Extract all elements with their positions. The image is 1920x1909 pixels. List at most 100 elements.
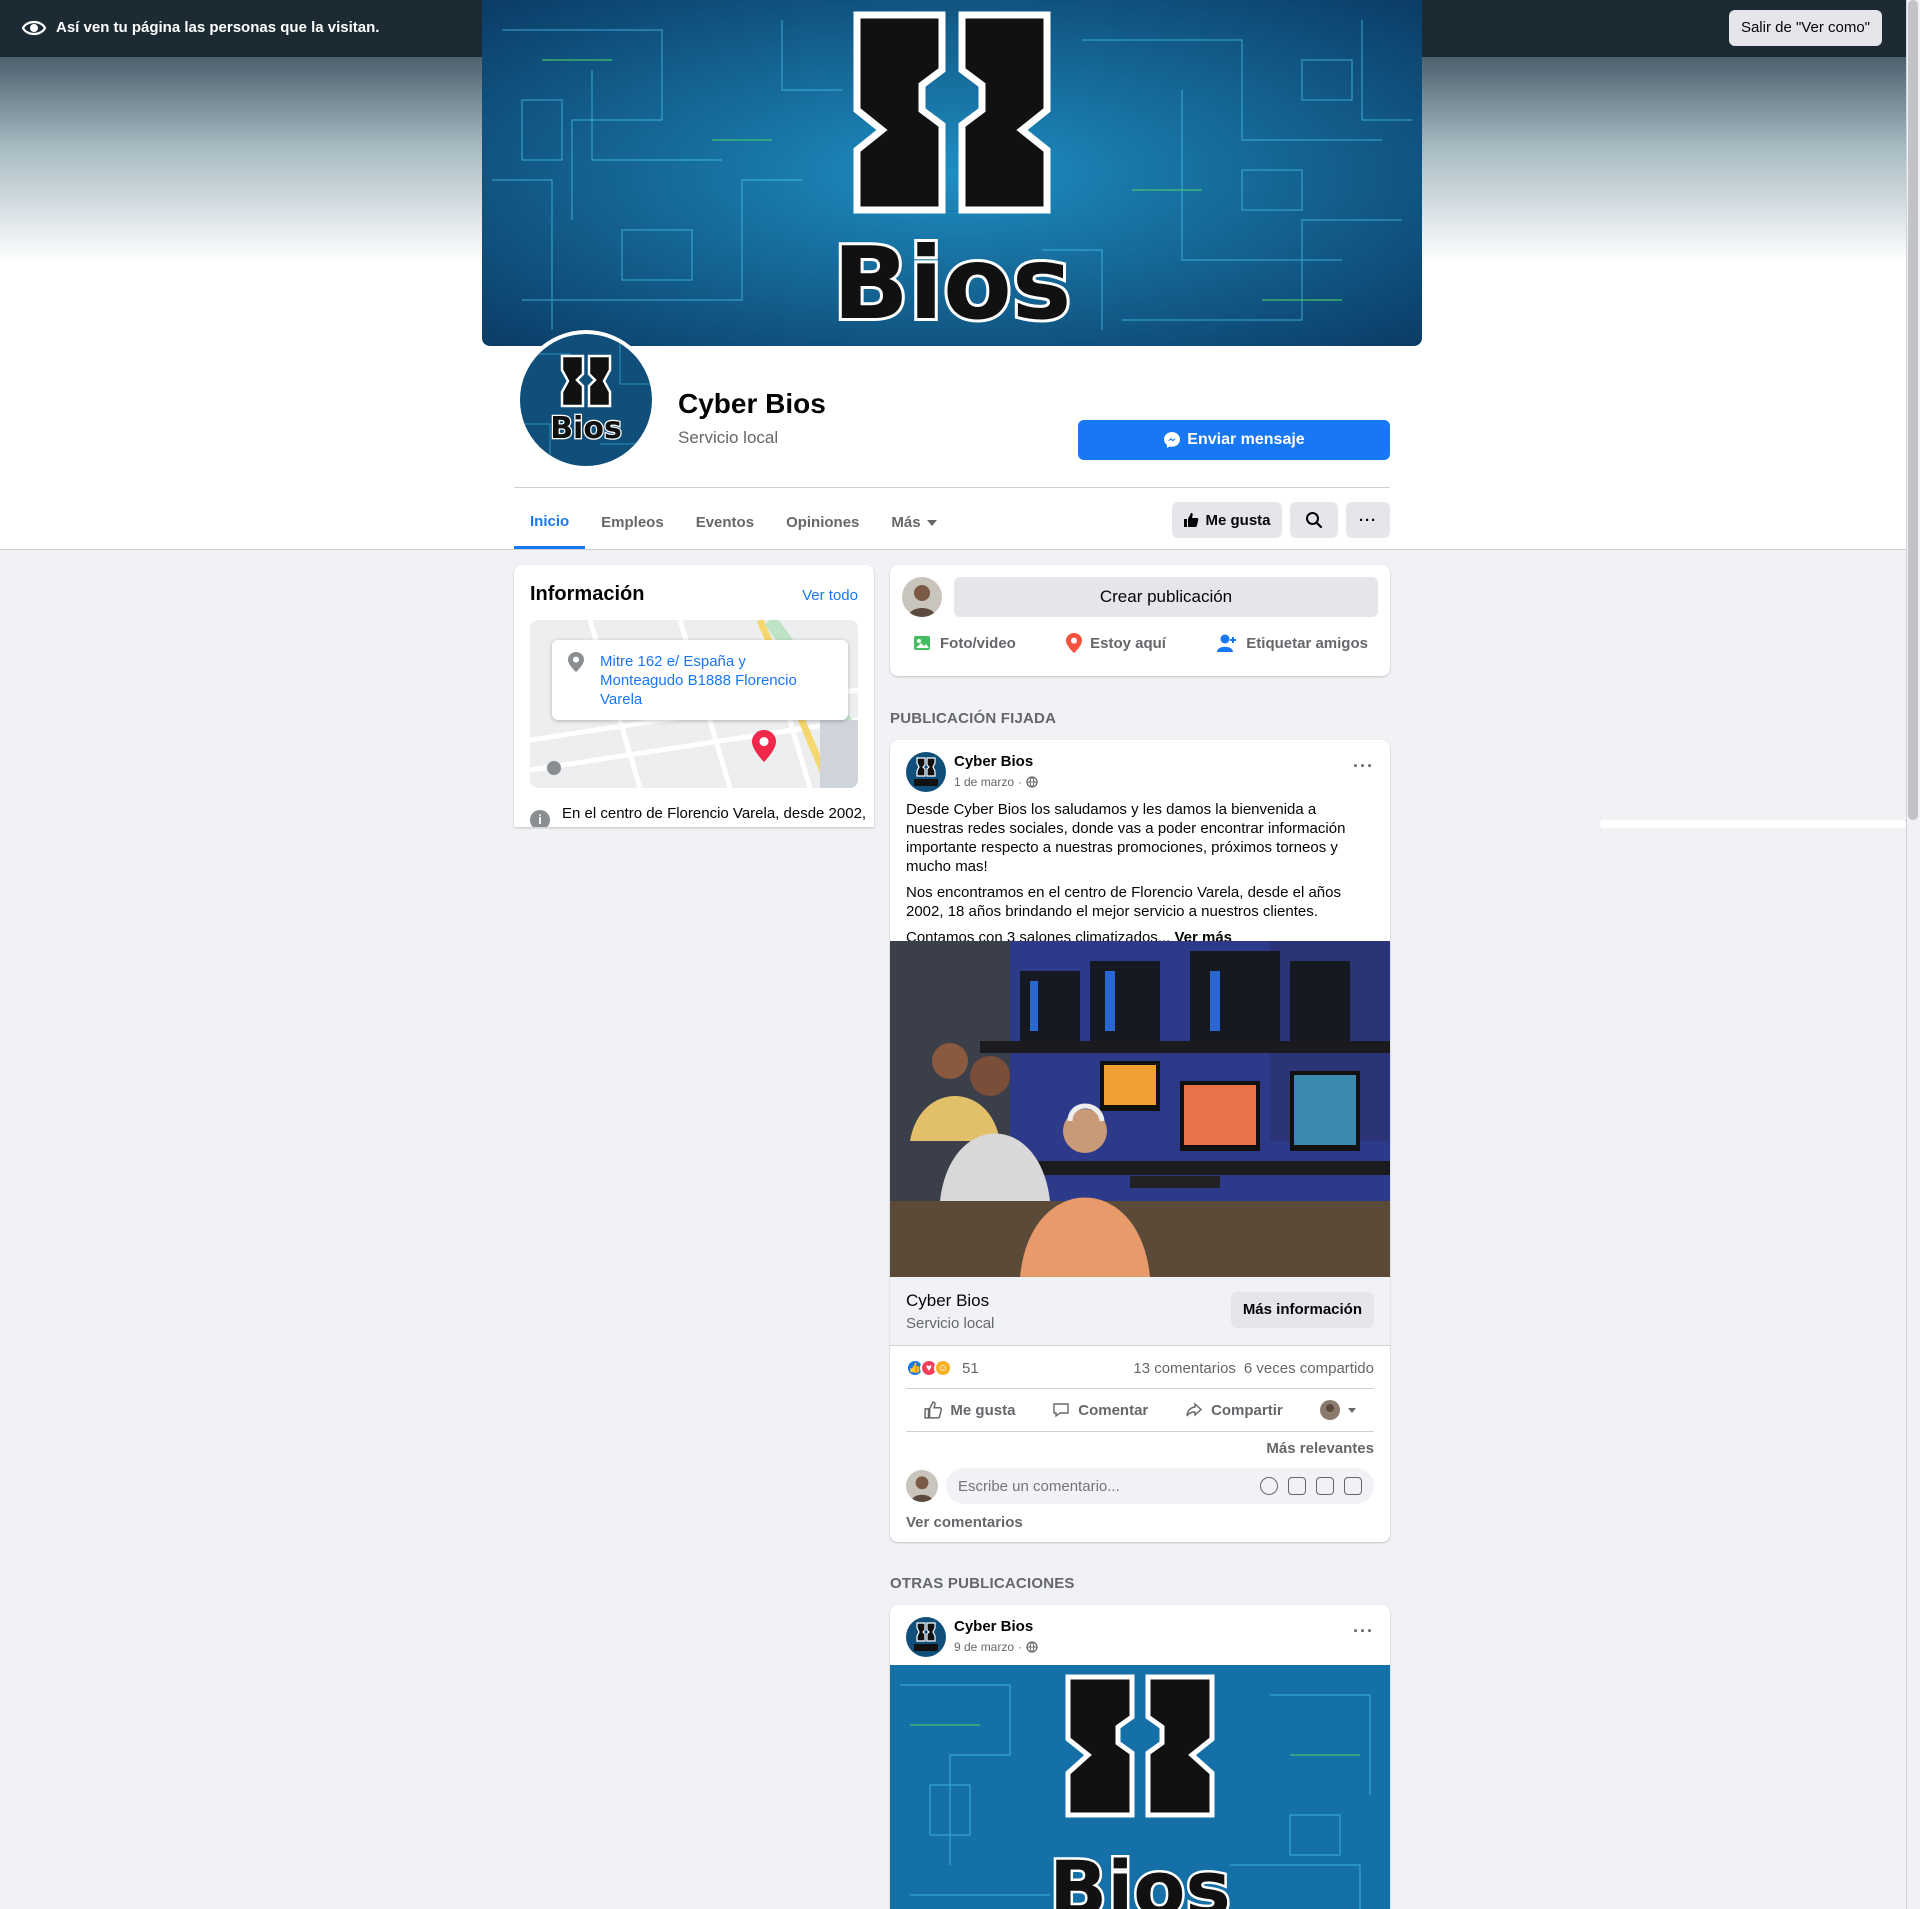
eye-icon xyxy=(22,20,46,36)
view-comments-link[interactable]: Ver comentarios xyxy=(906,1514,1023,1531)
cover-photo[interactable]: Bios xyxy=(482,0,1422,346)
send-message-button[interactable]: Enviar mensaje xyxy=(1078,420,1390,460)
like-page-button[interactable]: Me gusta xyxy=(1172,502,1282,538)
address-link[interactable]: Mitre 162 e/ España y Monteagudo B1888 F… xyxy=(600,652,830,709)
create-post-button[interactable]: Crear publicación xyxy=(954,577,1378,617)
share-button[interactable]: Compartir xyxy=(1185,1401,1283,1419)
link-subtitle: Servicio local xyxy=(906,1315,995,1332)
tag-friends-button[interactable]: Etiquetar amigos xyxy=(1206,633,1378,653)
tab-opiniones[interactable]: Opiniones xyxy=(770,496,875,549)
tag-friends-icon xyxy=(1217,634,1237,652)
post-text: Desde Cyber Bios los saludamos y les dam… xyxy=(906,800,1376,954)
see-all-link[interactable]: Ver todo xyxy=(802,587,858,604)
comment-sort[interactable]: Más relevantes xyxy=(1266,1440,1374,1457)
share-count[interactable]: 6 veces compartido xyxy=(1244,1360,1374,1377)
tab-inicio[interactable]: Inicio xyxy=(514,496,586,549)
profile-picture[interactable]: Bios xyxy=(516,330,656,470)
post-author[interactable]: Cyber Bios xyxy=(954,753,1033,770)
camera-icon[interactable] xyxy=(1288,1477,1306,1495)
comment-label: Comentar xyxy=(1078,1401,1149,1419)
post-date[interactable]: 9 de marzo xyxy=(954,1640,1014,1654)
post-options-button[interactable]: ··· xyxy=(1353,1621,1374,1642)
check-in-button[interactable]: Estoy aquí xyxy=(1056,633,1176,653)
search-icon xyxy=(1306,512,1323,529)
location-pin-icon xyxy=(568,652,584,672)
post-image[interactable]: Bios xyxy=(890,1665,1390,1909)
caret-down-icon xyxy=(926,519,937,526)
more-icon: ··· xyxy=(1359,511,1377,529)
gaming-room-photo xyxy=(890,941,1390,1277)
engagement-counts: 13 comentarios 6 veces compartido xyxy=(1133,1360,1374,1377)
post-date[interactable]: 1 de marzo xyxy=(954,775,1014,789)
avatar-image xyxy=(906,1470,938,1502)
gif-icon[interactable] xyxy=(1316,1477,1334,1495)
more-options-button[interactable]: ··· xyxy=(1346,502,1390,538)
view-as-message: Así ven tu página las personas que la vi… xyxy=(56,19,380,36)
map-marker-icon xyxy=(752,730,776,762)
tab-empleos[interactable]: Empleos xyxy=(585,496,680,549)
user-avatar[interactable] xyxy=(902,577,942,617)
scrollbar[interactable] xyxy=(1906,0,1920,1909)
tab-actions: Me gusta ··· xyxy=(1172,502,1390,538)
check-in-pin-icon xyxy=(1066,633,1083,653)
globe-icon xyxy=(1026,1641,1038,1653)
post-photo[interactable] xyxy=(890,941,1390,1277)
commenter-avatar xyxy=(906,1470,938,1502)
info-title: Información xyxy=(530,583,645,605)
emoji-icon[interactable] xyxy=(1260,1477,1278,1495)
share-label: Compartir xyxy=(1211,1401,1283,1419)
page-tabs: Inicio Empleos Eventos Opiniones Más xyxy=(514,496,953,549)
post-author-avatar[interactable] xyxy=(906,1617,946,1657)
like-button[interactable]: Me gusta xyxy=(924,1401,1015,1419)
tab-mas[interactable]: Más xyxy=(875,496,952,549)
page-title: Cyber Bios xyxy=(678,388,826,419)
share-icon xyxy=(1186,1402,1203,1417)
post-meta: 1 de marzo · xyxy=(954,775,1038,789)
photo-icon xyxy=(914,636,930,650)
comment-tools xyxy=(1260,1477,1362,1495)
search-button[interactable] xyxy=(1290,502,1338,538)
create-post-card: Crear publicación Foto/video Estoy aquí … xyxy=(890,565,1390,676)
post-options-button[interactable]: ··· xyxy=(1353,756,1374,777)
like-page-label: Me gusta xyxy=(1205,511,1271,529)
header-divider xyxy=(514,487,1390,488)
comment-button[interactable]: Comentar xyxy=(1052,1401,1148,1419)
audience-selector[interactable] xyxy=(1319,1400,1356,1420)
page-category: Servicio local xyxy=(678,428,779,447)
like-label: Me gusta xyxy=(950,1401,1016,1419)
exit-view-as-button[interactable]: Salir de "Ver como" xyxy=(1728,10,1882,46)
photo-video-button[interactable]: Foto/video xyxy=(902,633,1026,653)
thumbs-up-outline-icon xyxy=(924,1401,943,1419)
wow-reaction-icon: ☺ xyxy=(934,1359,952,1377)
author-logo xyxy=(906,752,946,792)
reaction-summary: 👍 ♥ ☺ 51 13 comentarios 6 veces comparti… xyxy=(906,1356,1374,1380)
reaction-count[interactable]: 51 xyxy=(962,1360,979,1377)
pinned-section-label: PUBLICACIÓN FIJADA xyxy=(890,710,1057,727)
info-card: Información Ver todo Mitre 162 e/ España… xyxy=(514,565,874,827)
scrollbar-thumb[interactable] xyxy=(1908,0,1918,820)
meta-separator: · xyxy=(1018,1640,1023,1654)
info-description: En el centro de Florencio Varela, desde … xyxy=(562,805,867,822)
globe-icon xyxy=(1026,776,1038,788)
profile-switch-avatar xyxy=(1319,1400,1340,1420)
more-info-button[interactable]: Más información xyxy=(1230,1292,1374,1328)
author-logo xyxy=(906,1617,946,1657)
location-map[interactable]: Mitre 162 e/ España y Monteagudo B1888 F… xyxy=(530,620,858,788)
link-title: Cyber Bios xyxy=(906,1291,990,1310)
create-post-actions: Foto/video Estoy aquí Etiquetar amigos xyxy=(902,633,1378,653)
post-author-avatar[interactable] xyxy=(906,752,946,792)
send-message-label: Enviar mensaje xyxy=(1187,431,1305,448)
link-preview[interactable]: Cyber Bios Servicio local Más informació… xyxy=(890,1277,1390,1346)
tab-label: Eventos xyxy=(695,514,755,531)
post-paragraph: Nos encontramos en el centro de Florenci… xyxy=(906,884,1341,920)
tab-label: Inicio xyxy=(530,512,570,530)
profile-logo-text: Bios xyxy=(550,411,622,446)
cover-logo-text: Bios xyxy=(833,225,1072,342)
cover-image: Bios xyxy=(482,0,1422,346)
sticker-icon[interactable] xyxy=(1344,1477,1362,1495)
post-author[interactable]: Cyber Bios xyxy=(954,1618,1033,1635)
comment-count[interactable]: 13 comentarios xyxy=(1133,1360,1236,1377)
tab-label: Empleos xyxy=(601,514,664,531)
tab-eventos[interactable]: Eventos xyxy=(680,496,770,549)
post-paragraph: Desde Cyber Bios los saludamos y les dam… xyxy=(906,801,1346,875)
